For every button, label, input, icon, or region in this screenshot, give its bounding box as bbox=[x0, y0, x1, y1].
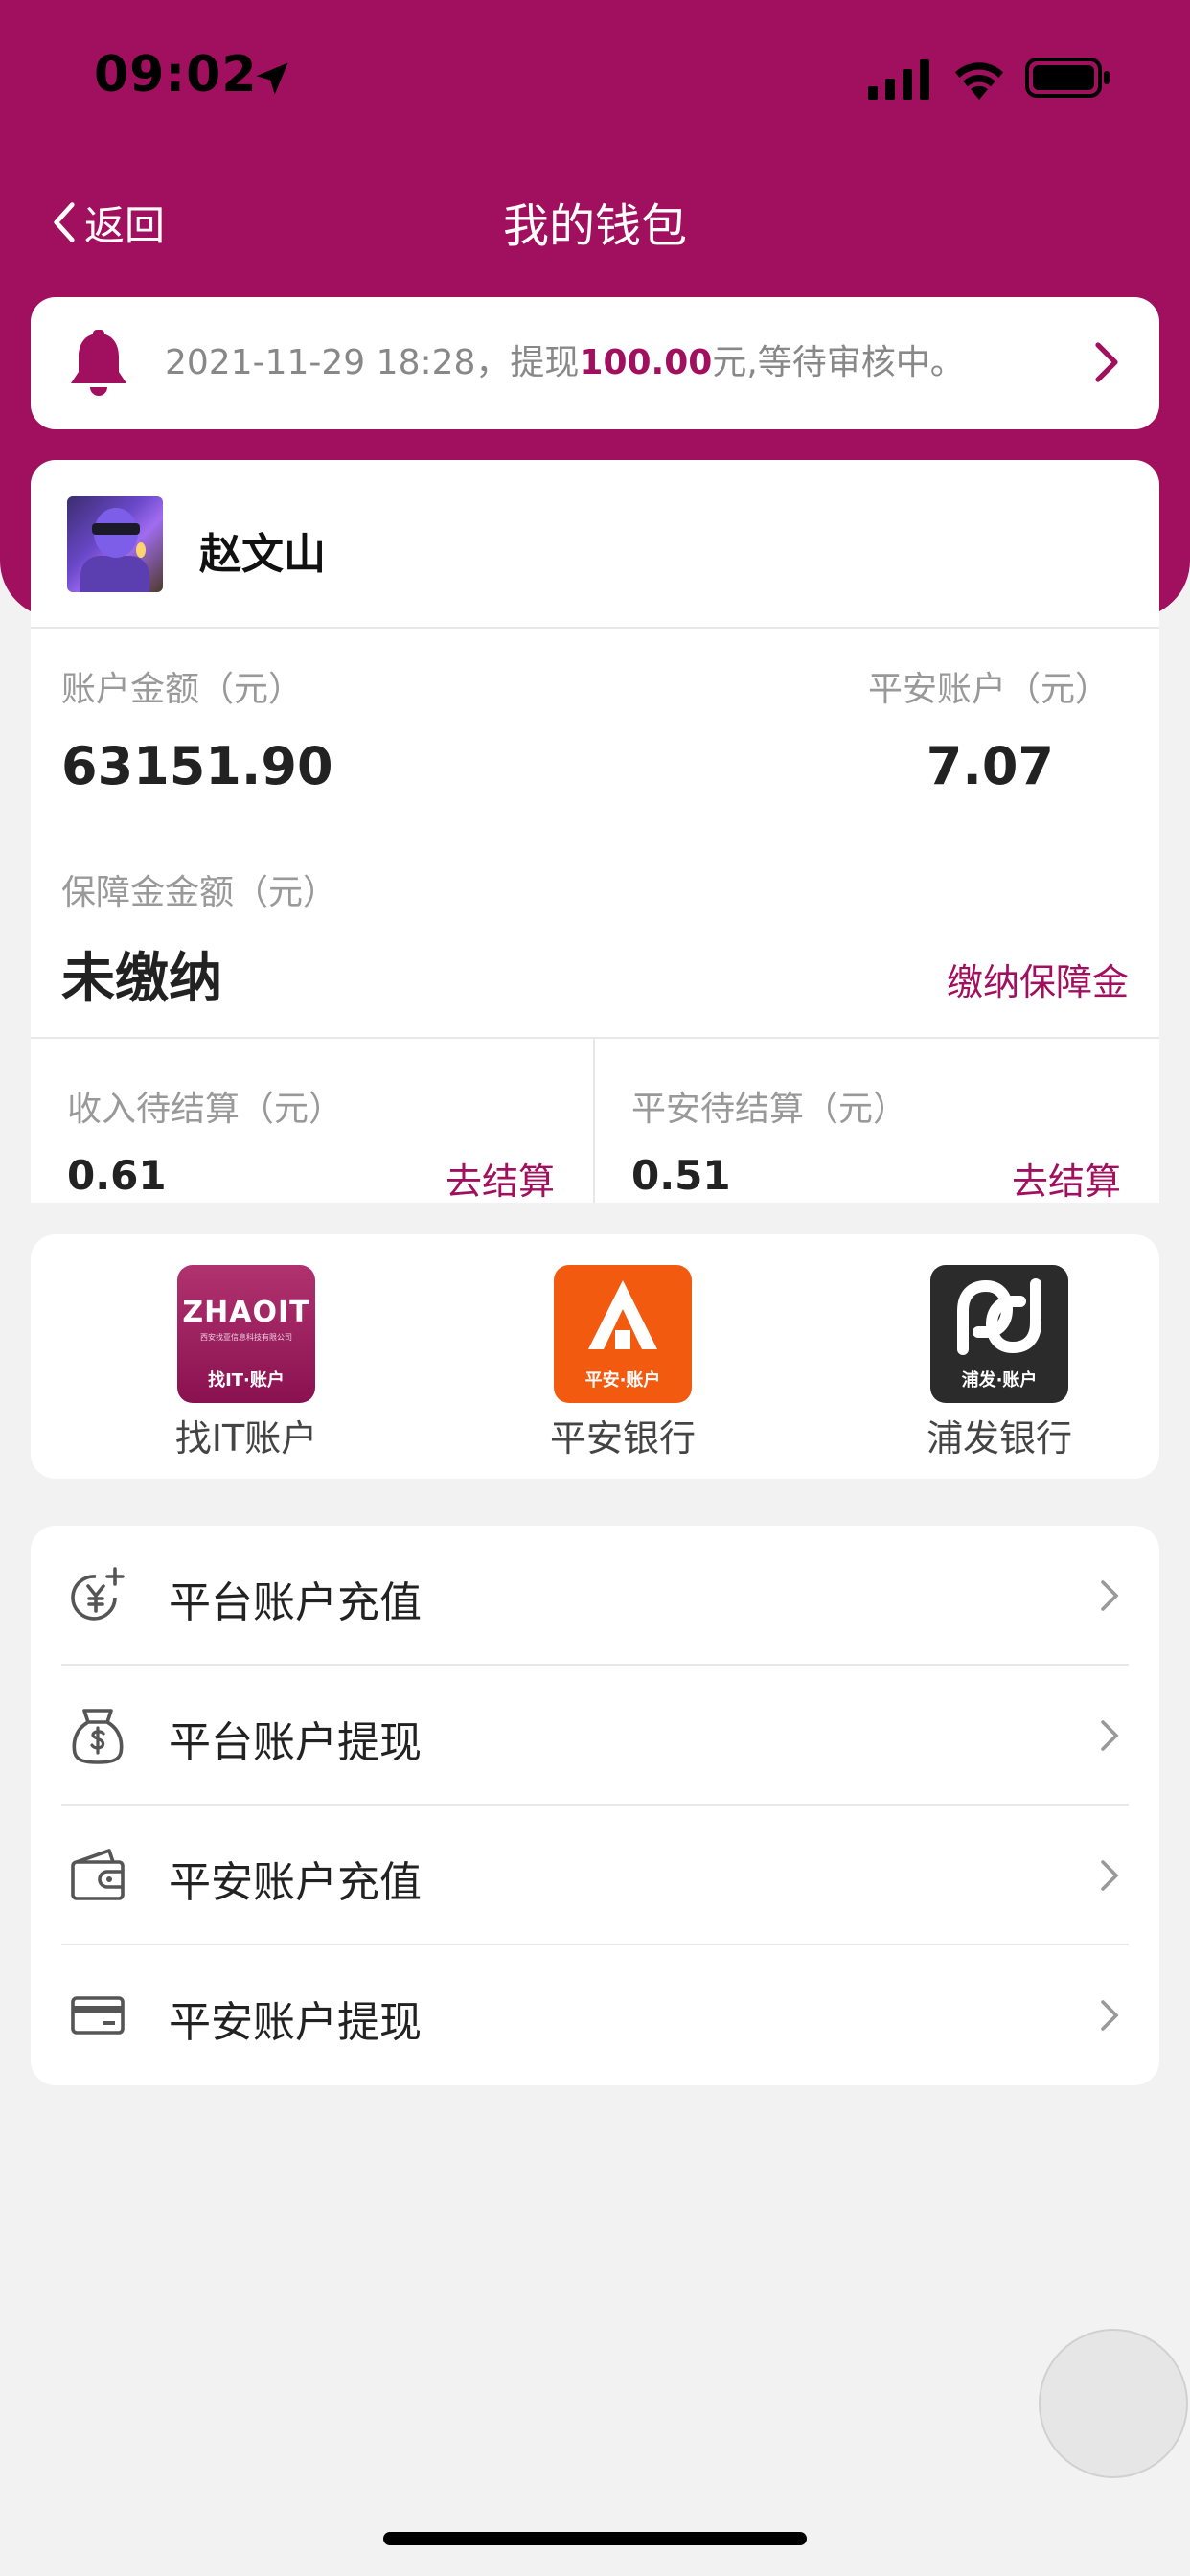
pingan-settlement-value: 0.51 bbox=[631, 1152, 731, 1199]
pingan-balance-value: 7.07 bbox=[926, 736, 1054, 796]
pingan-settlement: 平安待结算（元） 0.51 去结算 bbox=[595, 1039, 1159, 1203]
bank-name: 浦发银行 bbox=[926, 1417, 1072, 1460]
pingan-balance-label: 平安账户（元） bbox=[867, 670, 1110, 709]
chevron-right-icon bbox=[1101, 2000, 1119, 2031]
menu-label: 平台账户提现 bbox=[169, 1718, 422, 1767]
settlement-row: 收入待结算（元） 0.61 去结算 平安待结算（元） 0.51 去结算 bbox=[31, 1037, 1159, 1203]
deposit-value: 未缴纳 bbox=[61, 948, 222, 1010]
withdraw-notice[interactable]: 2021-11-29 18:28，提现100.00元,等待审核中。 bbox=[31, 297, 1159, 429]
notice-prefix: 2021-11-29 18:28，提现 bbox=[165, 343, 580, 382]
status-bar: 09:02 bbox=[0, 0, 1190, 153]
pingan-settlement-label: 平安待结算（元） bbox=[631, 1090, 908, 1129]
menu-item-pingan-withdraw[interactable]: 平安账户提现 bbox=[31, 1945, 1159, 2085]
credit-card-icon bbox=[71, 1996, 125, 2035]
bell-icon bbox=[71, 330, 126, 396]
account-balance-label: 账户金额（元） bbox=[61, 670, 304, 709]
spdb-logo-icon: 浦发·账户 bbox=[930, 1265, 1068, 1403]
location-arrow-icon bbox=[256, 62, 288, 95]
user-row: 赵文山 bbox=[31, 460, 1159, 629]
avatar bbox=[67, 496, 163, 592]
account-card: 赵文山 账户金额（元） 63151.90 平安账户（元） 7.07 保障金金额（… bbox=[31, 460, 1159, 1203]
chevron-right-icon bbox=[1101, 1860, 1119, 1891]
page-title: 我的钱包 bbox=[502, 199, 687, 253]
bank-accounts-card: ZHAOIT 西安找亚信息科技有限公司 找IT·账户 找IT账户 平安·账户 平… bbox=[31, 1234, 1159, 1479]
assistive-touch-button[interactable] bbox=[1039, 2329, 1188, 2478]
bank-name: 平安银行 bbox=[549, 1417, 696, 1460]
pay-deposit-link[interactable]: 缴纳保障金 bbox=[947, 953, 1129, 1005]
menu-item-pingan-recharge[interactable]: 平安账户充值 bbox=[31, 1806, 1159, 1945]
bank-spdb[interactable]: 浦发·账户 浦发银行 bbox=[894, 1265, 1105, 1461]
money-bag-icon bbox=[72, 1709, 124, 1764]
chevron-right-icon bbox=[1101, 1720, 1119, 1751]
bank-zhaoit[interactable]: ZHAOIT 西安找亚信息科技有限公司 找IT·账户 找IT账户 bbox=[141, 1265, 352, 1461]
bank-name: 找IT账户 bbox=[174, 1417, 318, 1460]
chevron-right-icon bbox=[1095, 342, 1118, 382]
menu-label: 平台账户充值 bbox=[169, 1578, 422, 1627]
user-name: 赵文山 bbox=[199, 530, 326, 579]
battery-icon bbox=[1025, 58, 1110, 98]
yuan-coin-plus-icon bbox=[71, 1567, 125, 1621]
wallet-icon bbox=[71, 1849, 125, 1900]
income-settlement-value: 0.61 bbox=[67, 1152, 167, 1199]
home-indicator[interactable] bbox=[383, 2532, 807, 2545]
income-settlement-label: 收入待结算（元） bbox=[67, 1090, 344, 1129]
notice-amount: 100.00 bbox=[579, 343, 713, 382]
menu-item-platform-recharge[interactable]: 平台账户充值 bbox=[31, 1526, 1159, 1666]
notice-text: 2021-11-29 18:28，提现100.00元,等待审核中。 bbox=[165, 297, 965, 429]
bank-pingan[interactable]: 平安·账户 平安银行 bbox=[517, 1265, 728, 1461]
wallet-menu: 平台账户充值 平台账户提现 平安账户充值 平安账户提现 bbox=[31, 1526, 1159, 2085]
deposit-label: 保障金金额（元） bbox=[61, 873, 338, 912]
cellular-signal-icon bbox=[868, 59, 929, 100]
chevron-right-icon bbox=[1101, 1580, 1119, 1611]
status-time: 09:02 bbox=[94, 46, 258, 104]
menu-label: 平安账户充值 bbox=[169, 1858, 422, 1907]
pingan-settle-link[interactable]: 去结算 bbox=[1012, 1152, 1121, 1203]
account-balance-value: 63151.90 bbox=[61, 736, 333, 796]
menu-label: 平安账户提现 bbox=[169, 1998, 422, 2047]
notice-suffix: 元,等待审核中。 bbox=[712, 343, 965, 382]
menu-item-platform-withdraw[interactable]: 平台账户提现 bbox=[31, 1666, 1159, 1806]
zhaoit-logo-icon: ZHAOIT 西安找亚信息科技有限公司 找IT·账户 bbox=[177, 1265, 315, 1403]
pingan-logo-icon: 平安·账户 bbox=[554, 1265, 692, 1403]
income-settlement: 收入待结算（元） 0.61 去结算 bbox=[31, 1039, 595, 1203]
income-settle-link[interactable]: 去结算 bbox=[446, 1152, 555, 1203]
wifi-icon bbox=[955, 62, 1003, 100]
